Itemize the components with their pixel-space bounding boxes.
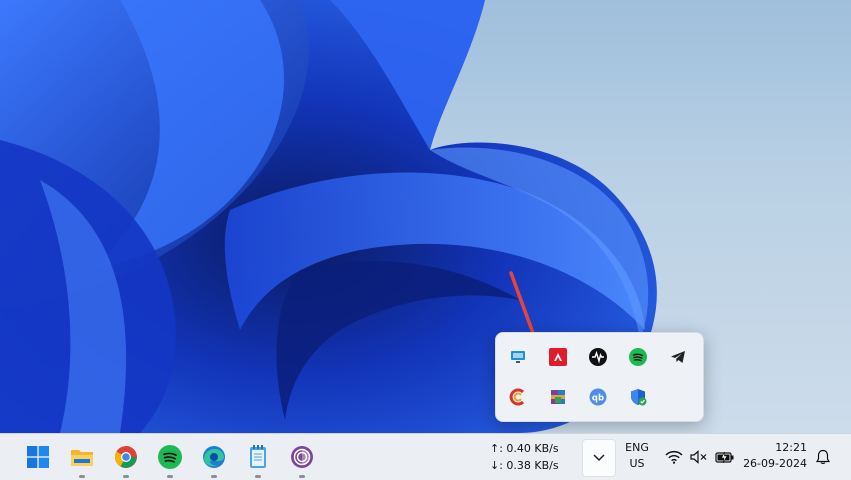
windows-security-icon[interactable] [622,381,654,413]
amd-icon[interactable] [542,341,574,373]
region-code: US [629,457,645,470]
download-speed: ↓: 0.38 KB/s [490,459,559,472]
audio-wave-icon[interactable] [582,341,614,373]
svg-text:qb: qb [592,394,604,404]
spotify-icon[interactable] [622,341,654,373]
running-indicator [167,475,173,478]
taskbar-app-chrome[interactable] [108,441,144,478]
running-indicator [79,475,85,478]
running-indicator [211,475,217,478]
clock-time: 12:21 [775,441,807,454]
quick-settings-button[interactable] [661,440,739,474]
winrar-icon[interactable] [542,381,574,413]
edge-icon [203,446,225,468]
chevron-down-icon [593,454,605,462]
running-indicator [299,475,305,478]
network-speed-widget[interactable]: ↑: 0.40 KB/s ↓: 0.38 KB/s [490,440,566,474]
taskbar-app-edge[interactable] [196,441,232,478]
bloom-wallpaper [0,0,657,433]
windows-start-icon [27,446,49,468]
bell-icon [816,449,830,464]
taskbar-app-notepad[interactable] [240,441,276,478]
taskbar: ↑: 0.40 KB/s ↓: 0.38 KB/s ENG US 12:21 2… [0,433,851,480]
ccleaner-icon[interactable] [502,381,534,413]
battery-charging-icon [715,451,734,464]
taskbar-app-spotify[interactable] [152,441,188,478]
clock-date-text: 26-09-2024 [743,457,807,470]
wifi-icon [665,450,683,464]
desktop-wallpaper [0,0,851,433]
running-indicator [123,475,129,478]
taskbar-app-tor-browser[interactable] [284,441,320,478]
chrome-icon [115,446,137,468]
volume-muted-icon [690,450,707,464]
upload-speed: ↑: 0.40 KB/s [490,442,559,455]
notepad-icon [250,445,266,468]
clock-date[interactable]: 12:21 26-09-2024 [741,440,807,474]
running-indicator [255,475,261,478]
start-button[interactable] [20,441,56,473]
tor-browser-icon [291,446,313,468]
input-language-indicator[interactable]: ENG US [618,440,656,474]
telegram-icon[interactable] [662,341,694,373]
taskbar-app-file-explorer[interactable] [64,441,100,478]
show-hidden-icons-button[interactable] [582,439,616,477]
file-explorer-icon [71,450,93,466]
language-code: ENG [625,441,649,454]
qbittorrent-icon[interactable]: qb [582,381,614,413]
tray-overflow-flyout: qb [495,332,704,422]
notification-center-button[interactable] [812,446,834,468]
monitor-icon[interactable] [502,341,534,373]
spotify-icon [158,445,182,469]
